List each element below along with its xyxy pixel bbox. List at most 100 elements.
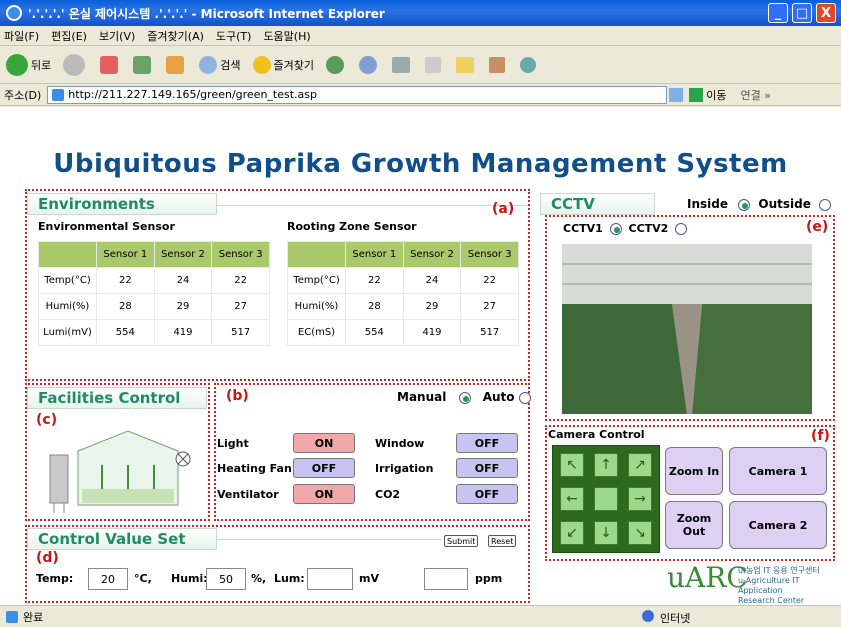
history-button[interactable] bbox=[325, 55, 347, 74]
arrow-right-icon[interactable]: → bbox=[628, 487, 652, 511]
lum-input[interactable] bbox=[307, 568, 353, 590]
research-button[interactable] bbox=[488, 56, 508, 73]
forward-button[interactable] bbox=[63, 53, 88, 76]
panel-tag-b: (b) bbox=[226, 388, 249, 404]
links-button[interactable]: 연결 » bbox=[741, 87, 771, 103]
go-arrow-icon[interactable] bbox=[689, 87, 704, 102]
status-text: 완료 bbox=[23, 610, 44, 624]
minimize-button[interactable]: _ bbox=[768, 3, 788, 23]
zoom-out-button[interactable]: Zoom Out bbox=[665, 501, 723, 549]
pan-center-icon[interactable] bbox=[594, 487, 618, 511]
mode-selector: Manual Auto bbox=[397, 390, 531, 404]
submit-button[interactable]: Submit bbox=[444, 535, 479, 547]
cctv-channel-selector: CCTV1 CCTV2 bbox=[563, 222, 688, 235]
light-toggle-button[interactable]: ON bbox=[293, 433, 355, 453]
page-done-icon bbox=[6, 610, 18, 623]
heating-fan-toggle-button[interactable]: OFF bbox=[293, 458, 355, 478]
logo-caption: u-농업 IT 응용 연구센터 u-Agriculture IT Applica… bbox=[738, 566, 841, 606]
rooting-zone-table: Sensor 1 Sensor 2 Sensor 3 Temp(°C) 22 24 2… bbox=[287, 241, 519, 346]
close-button[interactable]: X bbox=[816, 3, 836, 23]
favorites-button[interactable]: 즐겨찾기 bbox=[252, 55, 314, 74]
cctv1-radio[interactable] bbox=[609, 223, 622, 235]
table-row: Humi(%) 28 29 27 bbox=[38, 293, 270, 320]
light-label: Light bbox=[217, 437, 249, 450]
window-toggle-button[interactable]: OFF bbox=[456, 433, 518, 453]
messenger-icon bbox=[519, 56, 536, 73]
mail-button[interactable] bbox=[358, 55, 380, 74]
panel-tag-e: (e) bbox=[806, 219, 829, 235]
table-row: Temp(°C) 22 24 22 bbox=[38, 267, 270, 294]
menu-file[interactable]: 파일(F) bbox=[4, 28, 39, 44]
temp-unit: °C, bbox=[134, 572, 152, 585]
irrigation-toggle-button[interactable]: OFF bbox=[456, 458, 518, 478]
menu-edit[interactable]: 편집(E) bbox=[51, 28, 87, 44]
menu-bar: 파일(F) 편집(E) 보기(V) 즐겨찾기(A) 도구(T) 도움말(H) bbox=[0, 26, 841, 46]
research-icon bbox=[488, 56, 505, 73]
window-title: '.'.'.'.' 온실 제어시스템 .'.'.'.' - Microsoft … bbox=[28, 6, 385, 21]
water-tank bbox=[49, 454, 69, 504]
arrow-up-left-icon[interactable]: ↖ bbox=[560, 453, 584, 477]
logo-line1: u-농업 IT 응용 연구센터 bbox=[738, 566, 820, 575]
temp-input[interactable]: 20 bbox=[88, 568, 128, 590]
zone-text: 인터넷 bbox=[660, 612, 691, 625]
stop-icon bbox=[100, 55, 119, 74]
co2-toggle-button[interactable]: OFF bbox=[456, 484, 518, 504]
cell: 22 bbox=[345, 267, 404, 294]
go-button[interactable]: 이동 bbox=[706, 87, 726, 103]
messenger-button[interactable] bbox=[519, 56, 539, 73]
table-corner bbox=[38, 241, 97, 268]
auto-label: Auto bbox=[482, 390, 515, 404]
ventilator-toggle-button[interactable]: ON bbox=[293, 484, 355, 504]
maximize-button[interactable]: □ bbox=[792, 3, 812, 23]
address-bar: 주소(D) http://211.227.149.165/green/green… bbox=[0, 84, 841, 106]
cctv2-radio[interactable] bbox=[675, 223, 688, 235]
heating-fan-label: Heating Fan bbox=[217, 462, 292, 475]
ppm-input[interactable] bbox=[424, 568, 468, 590]
cell: 22 bbox=[460, 267, 519, 294]
inside-radio[interactable] bbox=[738, 198, 751, 211]
lum-unit: mV bbox=[359, 572, 379, 585]
arrow-down-left-icon[interactable]: ↙ bbox=[560, 521, 584, 545]
menu-favorites[interactable]: 즐겨찾기(A) bbox=[147, 28, 204, 44]
menu-help[interactable]: 도움말(H) bbox=[263, 28, 310, 44]
auto-radio[interactable] bbox=[518, 391, 531, 404]
manual-radio[interactable] bbox=[458, 391, 471, 404]
arrow-down-icon[interactable]: ↓ bbox=[594, 521, 618, 545]
ie-icon bbox=[6, 5, 22, 21]
plant-row-left bbox=[562, 304, 687, 414]
panel-tag-d: (d) bbox=[36, 550, 59, 566]
dropdown-arrow-icon[interactable] bbox=[669, 87, 684, 102]
stop-button[interactable] bbox=[100, 55, 121, 74]
refresh-icon bbox=[133, 55, 152, 74]
plant-bed bbox=[82, 489, 174, 503]
page-title: Ubiquitous Paprika Growth Management Sys… bbox=[53, 149, 788, 179]
address-input[interactable]: http://211.227.149.165/green/green_test.… bbox=[47, 85, 668, 104]
home-icon bbox=[166, 55, 185, 74]
home-button[interactable] bbox=[166, 55, 187, 74]
back-label: 뒤로 bbox=[31, 58, 52, 72]
camera2-button[interactable]: Camera 2 bbox=[729, 501, 827, 549]
humi-input[interactable]: 50 bbox=[206, 568, 246, 590]
reset-button[interactable]: Reset bbox=[488, 535, 517, 547]
panel-tag-a: (a) bbox=[492, 201, 515, 217]
refresh-button[interactable] bbox=[133, 55, 154, 74]
arrow-up-right-icon[interactable]: ↗ bbox=[628, 453, 652, 477]
menu-tools[interactable]: 도구(T) bbox=[216, 28, 252, 44]
edit-button[interactable] bbox=[424, 56, 444, 73]
zoom-in-button[interactable]: Zoom In bbox=[665, 447, 723, 495]
table-row: EC(mS) 554 419 517 bbox=[287, 319, 519, 346]
arrow-up-icon[interactable]: ↑ bbox=[594, 453, 618, 477]
facilities-heading: Facilities Control bbox=[27, 387, 207, 409]
folder-button[interactable] bbox=[455, 56, 477, 73]
print-button[interactable] bbox=[391, 56, 413, 73]
arrow-down-right-icon[interactable]: ↘ bbox=[628, 521, 652, 545]
cell: 29 bbox=[153, 293, 213, 320]
arrow-left-icon[interactable]: ← bbox=[560, 487, 584, 511]
outside-radio[interactable] bbox=[819, 198, 832, 211]
back-button[interactable]: 뒤로 bbox=[6, 53, 52, 76]
camera1-button[interactable]: Camera 1 bbox=[729, 447, 827, 495]
menu-view[interactable]: 보기(V) bbox=[99, 28, 135, 44]
search-button[interactable]: 검색 bbox=[199, 55, 241, 74]
page-icon bbox=[52, 88, 65, 101]
back-icon bbox=[6, 53, 28, 76]
